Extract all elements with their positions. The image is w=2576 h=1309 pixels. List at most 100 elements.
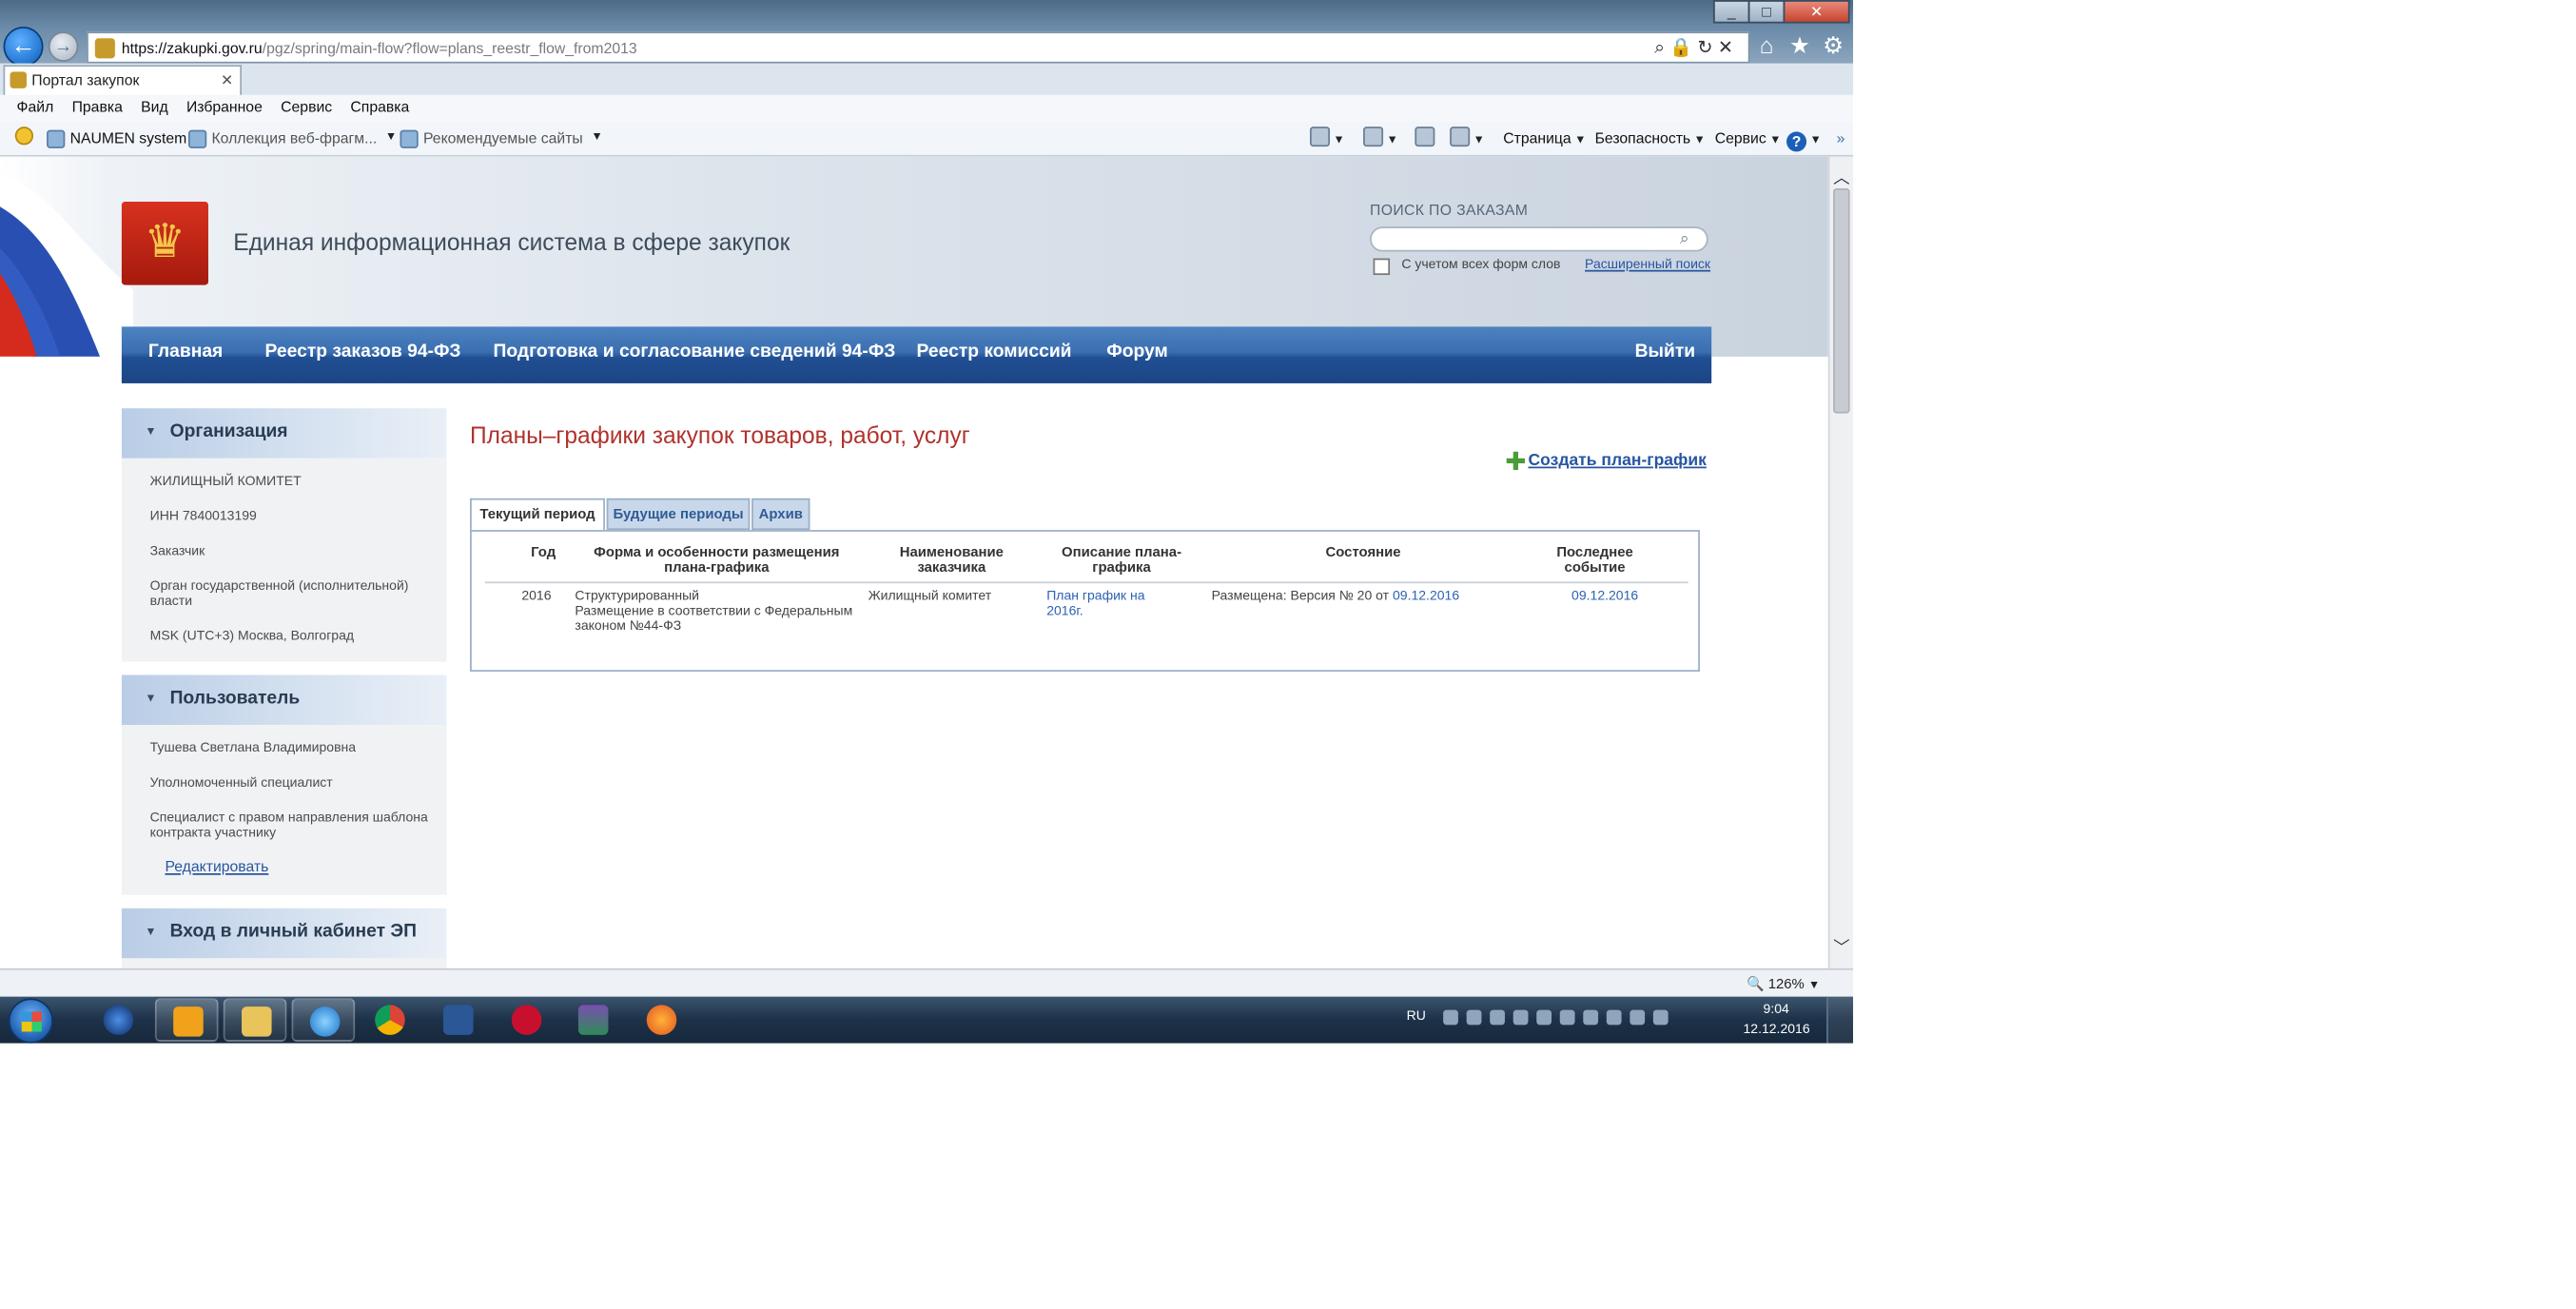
tray-bluetooth-icon[interactable] [1466,1009,1482,1026]
start-button[interactable] [8,998,54,1044]
language-indicator[interactable]: RU [1407,1008,1426,1024]
tray-printer-icon[interactable] [1583,1009,1599,1026]
safety-command[interactable]: Безопасность ▼ [1595,127,1706,153]
search-icon[interactable]: ⌕ [1654,38,1669,58]
browser-tab[interactable]: Портал закупок ✕ [3,65,243,95]
tab-current-period[interactable]: Текущий период [470,498,605,532]
chevron-down-icon: ▼ [1809,134,1822,147]
tab-future-periods[interactable]: Будущие периоды [606,498,751,531]
search-icon[interactable]: ⌕ [1680,230,1689,248]
folder-icon [242,1006,272,1037]
home-command[interactable]: ▼ [1309,127,1345,153]
tray-notes-icon[interactable] [1606,1009,1622,1026]
tray-volume-icon[interactable] [1652,1009,1669,1026]
tray-app-icon[interactable] [1490,1009,1505,1026]
taskbar-app-ie[interactable] [291,998,356,1042]
print-command[interactable]: ▼ [1450,127,1485,153]
fav-suggested-sites[interactable]: Рекомендуемые сайты ▼ [400,127,603,150]
taskbar-app-chrome[interactable] [359,998,422,1042]
nav-separator: - [885,346,890,363]
taskbar-app-explorer[interactable] [223,998,287,1042]
close-icon[interactable]: ✕ [1718,38,1738,58]
vertical-scrollbar[interactable]: ︿ ﹀ [1827,156,1854,968]
lock-icon[interactable]: 🔒 [1669,38,1697,58]
sidebar-org-heading[interactable]: ▼ Организация [121,408,447,459]
back-button[interactable]: ← [3,27,44,68]
taskbar-app-firefox[interactable] [630,998,693,1042]
scroll-down-icon[interactable]: ﹀ [1830,933,1854,958]
cell-customer: Жилищный комитет [868,588,992,604]
feeds-command[interactable]: ▼ [1363,127,1398,153]
more-commands-icon[interactable]: » [1837,127,1845,150]
collapse-arrow-icon: ▼ [145,426,157,439]
home-icon[interactable]: ⌂ [1753,31,1780,58]
site-favicon-icon [94,37,115,58]
taskbar-app-outlook[interactable] [154,998,219,1042]
tray-sync-icon[interactable] [1512,1009,1529,1026]
taskbar-app-media[interactable] [87,998,150,1042]
user-role-contract: Специалист с правом направления шаблона … [149,810,428,840]
org-inn: ИНН 7840013199 [149,508,257,524]
page-title: Планы–графики закупок товаров, работ, ус… [470,421,970,449]
favorites-star-icon[interactable]: ★ [1786,31,1813,58]
cell-last-event-link[interactable]: 09.12.2016 [1571,588,1638,603]
help-command[interactable]: ? ▼ [1786,127,1822,153]
scroll-up-icon[interactable]: ︿ [1830,164,1854,188]
menu-help[interactable]: Справка [350,95,409,122]
menu-edit[interactable]: Правка [72,95,123,122]
nav-registry-94fz[interactable]: Реестр заказов 94-ФЗ [265,326,461,383]
taskbar-app-red[interactable] [495,998,558,1042]
menu-tools[interactable]: Сервис [281,95,332,122]
tab-archive[interactable]: Архив [751,498,810,531]
zoom-icon: 🔍 [1746,974,1765,992]
all-word-forms-checkbox[interactable] [1373,258,1391,276]
nav-forum[interactable]: Форум [1106,326,1167,383]
advanced-search-link[interactable]: Расширенный поиск [1585,257,1710,272]
window-controls: _ □ ✕ [1712,0,1850,24]
refresh-icon[interactable]: ↻ [1697,38,1717,58]
favorites-star-button[interactable] [14,127,34,146]
show-desktop-button[interactable] [1826,996,1854,1044]
nav-commissions[interactable]: Реестр комиссий [917,326,1072,383]
nav-home[interactable]: Главная [148,326,223,383]
menu-view[interactable]: Вид [141,95,168,122]
tray-monitor-icon[interactable] [1559,1009,1575,1026]
maximize-button[interactable]: □ [1747,0,1786,24]
close-button[interactable]: ✕ [1783,0,1850,24]
tools-command[interactable]: Сервис ▼ [1715,127,1782,153]
sidebar-user-heading[interactable]: ▼ Пользователь [121,674,447,726]
cell-form-type: Структурированный [575,588,700,604]
tray-security-icon[interactable] [1536,1009,1552,1026]
clock-date[interactable]: 12.12.2016 [1743,1022,1809,1037]
menu-file[interactable]: Файл [17,95,54,122]
menu-favorites[interactable]: Избранное [186,95,263,122]
search-input[interactable] [1370,226,1708,252]
state-date-link[interactable]: 09.12.2016 [1393,588,1459,603]
taskbar-app-word[interactable] [426,998,490,1042]
address-bar[interactable]: https://zakupki.gov.ru/pgz/spring/main-f… [87,31,1750,64]
col-state: Состояние [1325,543,1401,560]
mail-command[interactable] [1415,127,1435,150]
create-plan-link[interactable]: Создать план-график [1506,451,1707,471]
scroll-thumb[interactable] [1833,187,1850,414]
zoom-level[interactable]: 🔍 126% ▼ [1747,975,1820,993]
col-description: Описание плана-графика [1062,543,1182,576]
page-command[interactable]: Страница ▼ [1503,127,1586,153]
cell-description-link[interactable]: План график на 2016г. [1046,588,1163,618]
url-text: https://zakupki.gov.ru/pgz/spring/main-f… [121,39,637,56]
fav-web-slices[interactable]: Коллекция веб-фрагм... ▼ [187,127,397,150]
nav-logout[interactable]: Выйти [1635,326,1696,383]
minimize-button[interactable]: _ [1712,0,1750,24]
clock-time[interactable]: 9:04 [1764,1002,1789,1017]
sidebar-cabinet-heading[interactable]: ▼ Вход в личный кабинет ЭП [121,908,447,959]
tray-network-icon[interactable] [1443,1009,1458,1026]
tray-flag-icon[interactable] [1630,1009,1646,1026]
nav-prep-94fz[interactable]: Подготовка и согласование сведений 94-ФЗ [494,326,896,383]
tab-close-icon[interactable]: ✕ [221,67,233,93]
edit-user-link[interactable]: Редактировать [165,858,268,875]
windows-taskbar: RU 9:04 12.12.2016 [0,996,1854,1044]
forward-button[interactable]: → [48,31,79,62]
taskbar-app-tiles[interactable] [561,998,625,1042]
fav-naumen[interactable]: NAUMEN system [47,127,186,150]
gear-icon[interactable]: ⚙ [1820,31,1846,58]
